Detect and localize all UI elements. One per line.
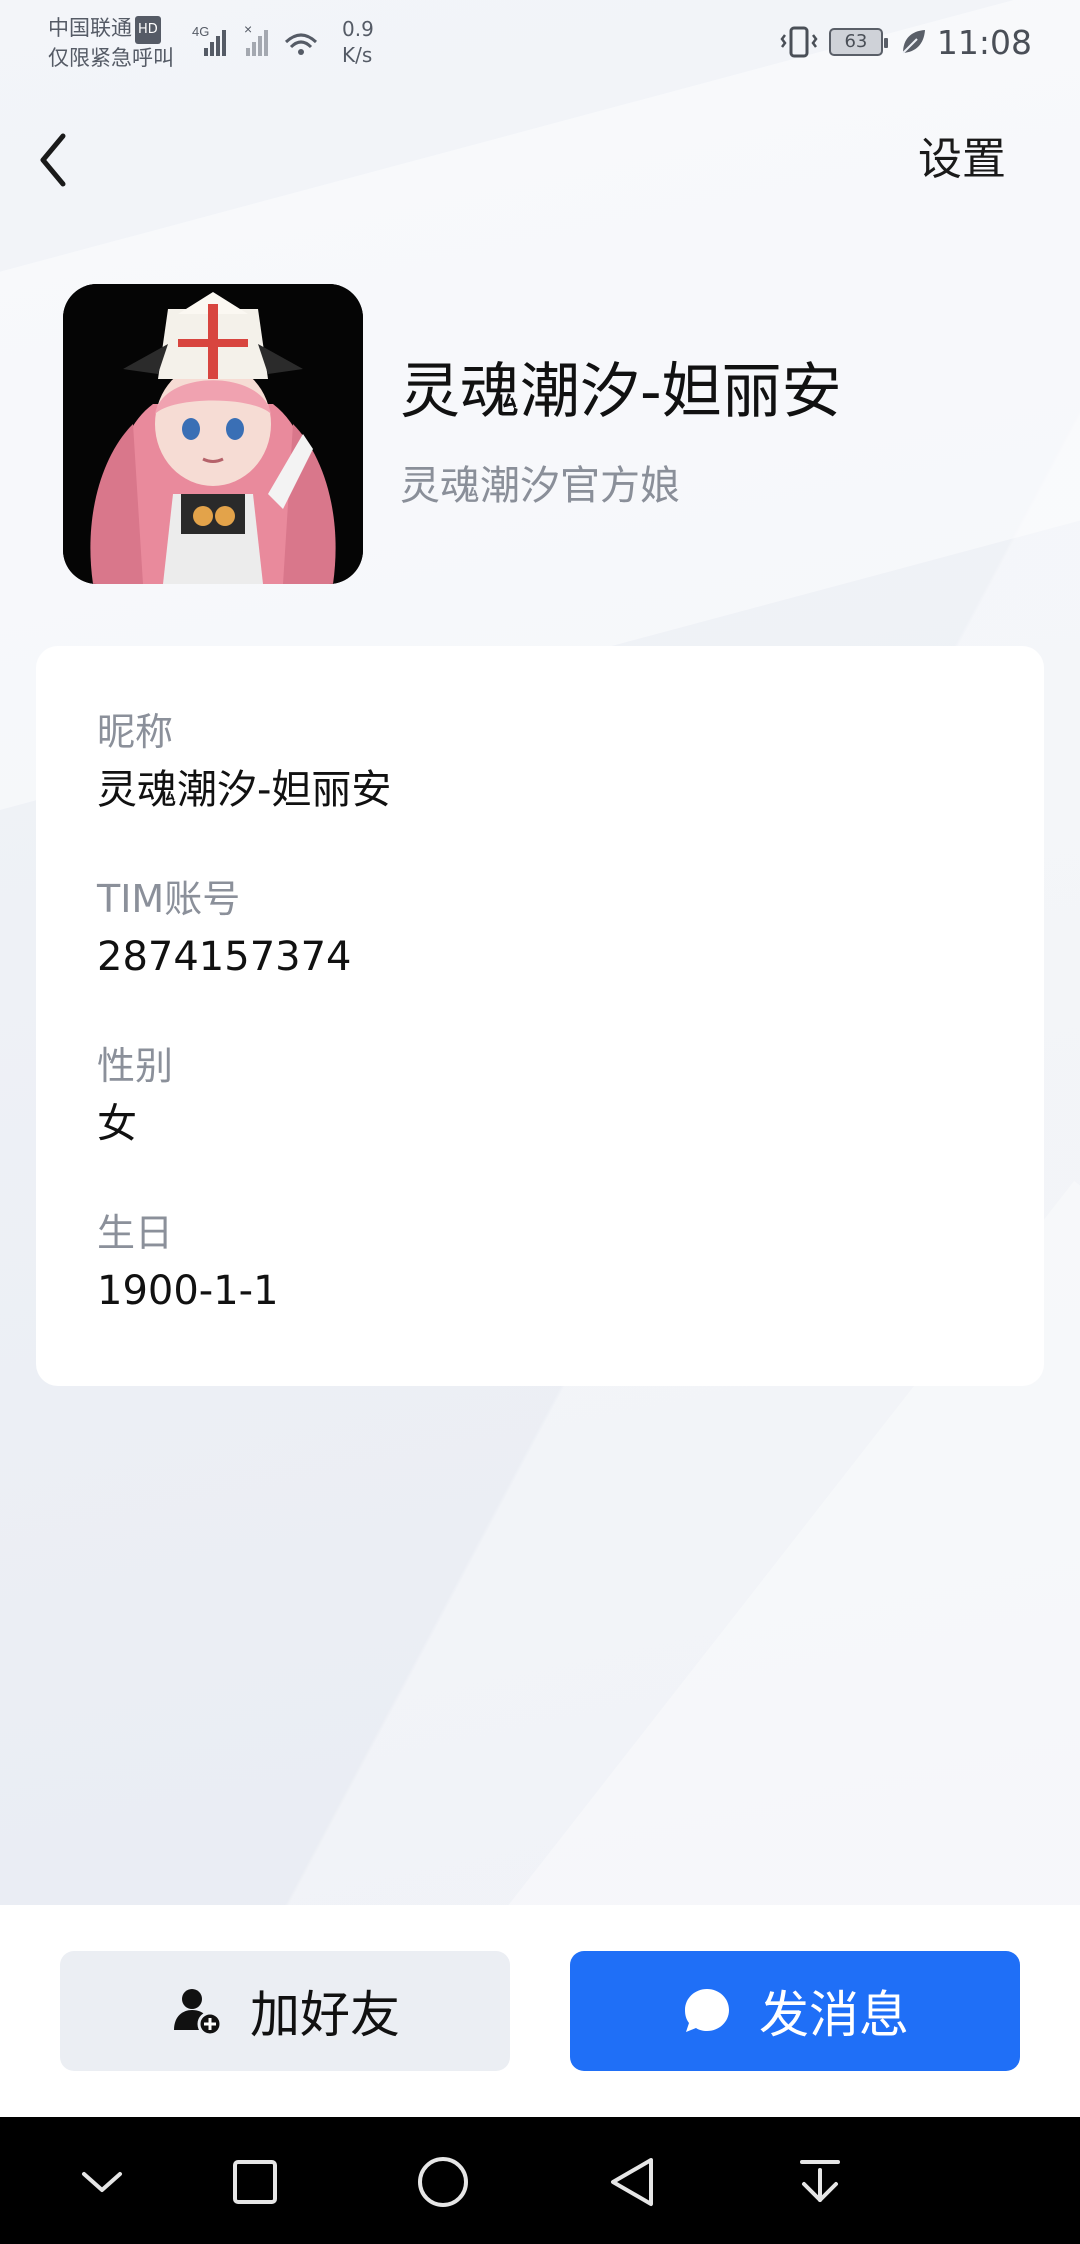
- birthday-value: 1900-1-1: [97, 1268, 279, 1314]
- account-value: 2874157374: [97, 934, 352, 980]
- nickname-label: 昵称: [97, 710, 174, 754]
- settings-button[interactable]: 设置: [918, 128, 1006, 192]
- carrier-status: 仅限紧急呼叫: [48, 46, 174, 70]
- network-speed: 0.9 K/s: [342, 16, 374, 68]
- nav-collapse-button[interactable]: [67, 2147, 137, 2217]
- add-friend-button[interactable]: 加好友: [60, 1951, 510, 2071]
- avatar-image: [63, 284, 363, 584]
- clock: 11:08: [936, 22, 1032, 62]
- speed-unit: K/s: [342, 43, 373, 67]
- eco-leaf-icon: [902, 30, 925, 54]
- gender-field: 性别 女: [97, 1040, 173, 1152]
- battery-indicator: 63: [828, 28, 888, 56]
- birthday-label: 生日: [97, 1211, 174, 1255]
- vibrate-icon: [780, 26, 818, 58]
- circle-icon: [418, 2157, 468, 2207]
- send-message-button[interactable]: 发消息: [570, 1951, 1020, 2071]
- action-bar: 加好友 发消息: [0, 1905, 1080, 2117]
- nav-back-button[interactable]: [597, 2147, 667, 2217]
- add-friend-label: 加好友: [250, 1986, 400, 2044]
- status-right: 63 11:08: [779, 20, 1032, 64]
- chevron-down-icon: [82, 2172, 122, 2192]
- speed-value: 0.9: [342, 17, 374, 41]
- nav-home-button[interactable]: [408, 2147, 478, 2217]
- add-user-icon: [174, 1989, 223, 2037]
- triangle-back-icon: [611, 2158, 653, 2206]
- send-message-label: 发消息: [759, 1986, 909, 2044]
- nickname-field: 昵称 灵魂潮汐-妲丽安: [97, 706, 391, 818]
- system-navigation-bar: [0, 2117, 1080, 2244]
- birthday-field: 生日 1900-1-1: [97, 1207, 279, 1319]
- chevron-left-icon: [40, 133, 66, 187]
- info-card: 昵称 灵魂潮汐-妲丽安 TIM账号 2874157374 性别 女 生日 190…: [36, 646, 1044, 1386]
- nav-recents-button[interactable]: [220, 2147, 290, 2217]
- gender-value: 女: [97, 1101, 137, 1147]
- square-icon: [233, 2160, 277, 2204]
- nickname-value: 灵魂潮汐-妲丽安: [97, 767, 392, 813]
- svg-text:×: ×: [244, 21, 252, 37]
- pull-down-icon: [800, 2160, 840, 2202]
- profile-subtitle: 灵魂潮汐官方娘: [400, 463, 680, 509]
- avatar[interactable]: [63, 284, 363, 584]
- carrier-info: 中国联通 HD 仅限紧急呼叫: [48, 14, 174, 72]
- network-type-label: 4G: [192, 24, 209, 39]
- account-label: TIM账号: [97, 877, 241, 921]
- hd-badge: HD: [135, 16, 161, 44]
- nav-notification-button[interactable]: [785, 2147, 855, 2217]
- back-button[interactable]: [24, 122, 80, 198]
- status-bar: 中国联通 HD 仅限紧急呼叫 4G × 0.9 K/s 63 11:08: [0, 0, 1080, 90]
- profile-name: 灵魂潮汐-妲丽安: [400, 357, 842, 427]
- carrier-name: 中国联通: [48, 16, 132, 40]
- gender-label: 性别: [97, 1044, 174, 1088]
- chat-bubble-icon: [685, 1989, 729, 2032]
- signal-icon: 4G ×: [192, 21, 318, 56]
- account-field: TIM账号 2874157374: [97, 873, 352, 985]
